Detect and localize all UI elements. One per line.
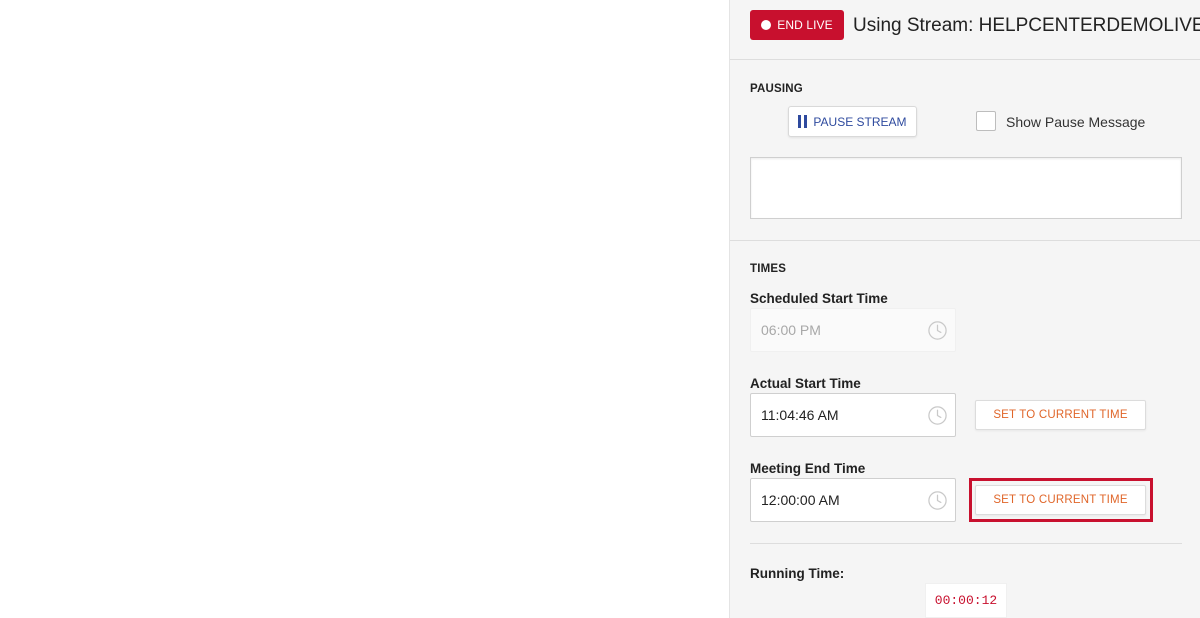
show-pause-message-label[interactable]: Show Pause Message [1006,114,1145,130]
live-header: END LIVE Using Stream: HELPCENTERDEMOLIV… [730,0,1200,60]
end-live-button[interactable]: END LIVE [750,10,844,40]
meeting-end-label: Meeting End Time [750,461,866,476]
pausing-section-title: PAUSING [750,83,803,95]
end-live-label: END LIVE [777,18,833,32]
set-actual-start-current-time-button[interactable]: SET TO CURRENT TIME [975,400,1146,430]
pause-icon [798,115,808,128]
pause-message-input[interactable] [750,157,1182,219]
clock-icon[interactable] [927,490,948,511]
clock-icon [928,321,947,340]
scheduled-start-value: 06:00 PM [761,322,821,338]
pause-stream-button[interactable]: PAUSE STREAM [788,106,917,137]
stream-name: Using Stream: HELPCENTERDEMOLIVE1 [853,15,1200,36]
times-section-title: TIMES [750,263,787,275]
actual-start-value: 11:04:46 AM [761,407,839,423]
live-control-panel: END LIVE Using Stream: HELPCENTERDEMOLIV… [729,0,1200,618]
actual-start-label: Actual Start Time [750,376,861,391]
running-time-label: Running Time: [750,566,845,581]
show-pause-message-checkbox[interactable] [976,111,996,131]
running-time-value: 00:00:12 [925,583,1007,618]
highlight-annotation [969,478,1153,522]
scheduled-start-label: Scheduled Start Time [750,291,888,306]
main-content-area [0,0,729,618]
meeting-end-field[interactable]: 12:00:00 AM [750,478,956,522]
scheduled-start-field: 06:00 PM [750,308,956,352]
pause-stream-label: PAUSE STREAM [813,114,907,129]
section-divider [730,240,1200,241]
actual-start-field[interactable]: 11:04:46 AM [750,393,956,437]
section-divider [750,543,1182,544]
meeting-end-value: 12:00:00 AM [761,492,840,508]
record-dot-icon [761,20,772,30]
clock-icon[interactable] [927,405,948,426]
